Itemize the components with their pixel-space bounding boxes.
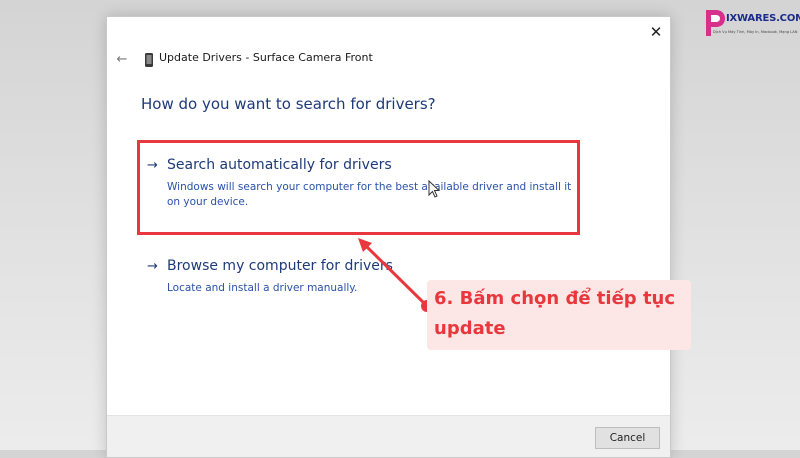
logo-tagline: Dịch Vụ Máy Tính, Máy In, Macbook, Mạng … — [713, 30, 798, 34]
annotation-text: 6. Bấm chọn để tiếp tục update — [434, 288, 676, 339]
annotation-callout: 6. Bấm chọn để tiếp tục update — [427, 280, 691, 350]
logo-name: IXWARES.COM — [726, 13, 800, 24]
pixwares-logo: IXWARES.COM Dịch Vụ Máy Tính, Máy In, Ma… — [703, 8, 800, 42]
annotation-arrow — [358, 238, 433, 312]
